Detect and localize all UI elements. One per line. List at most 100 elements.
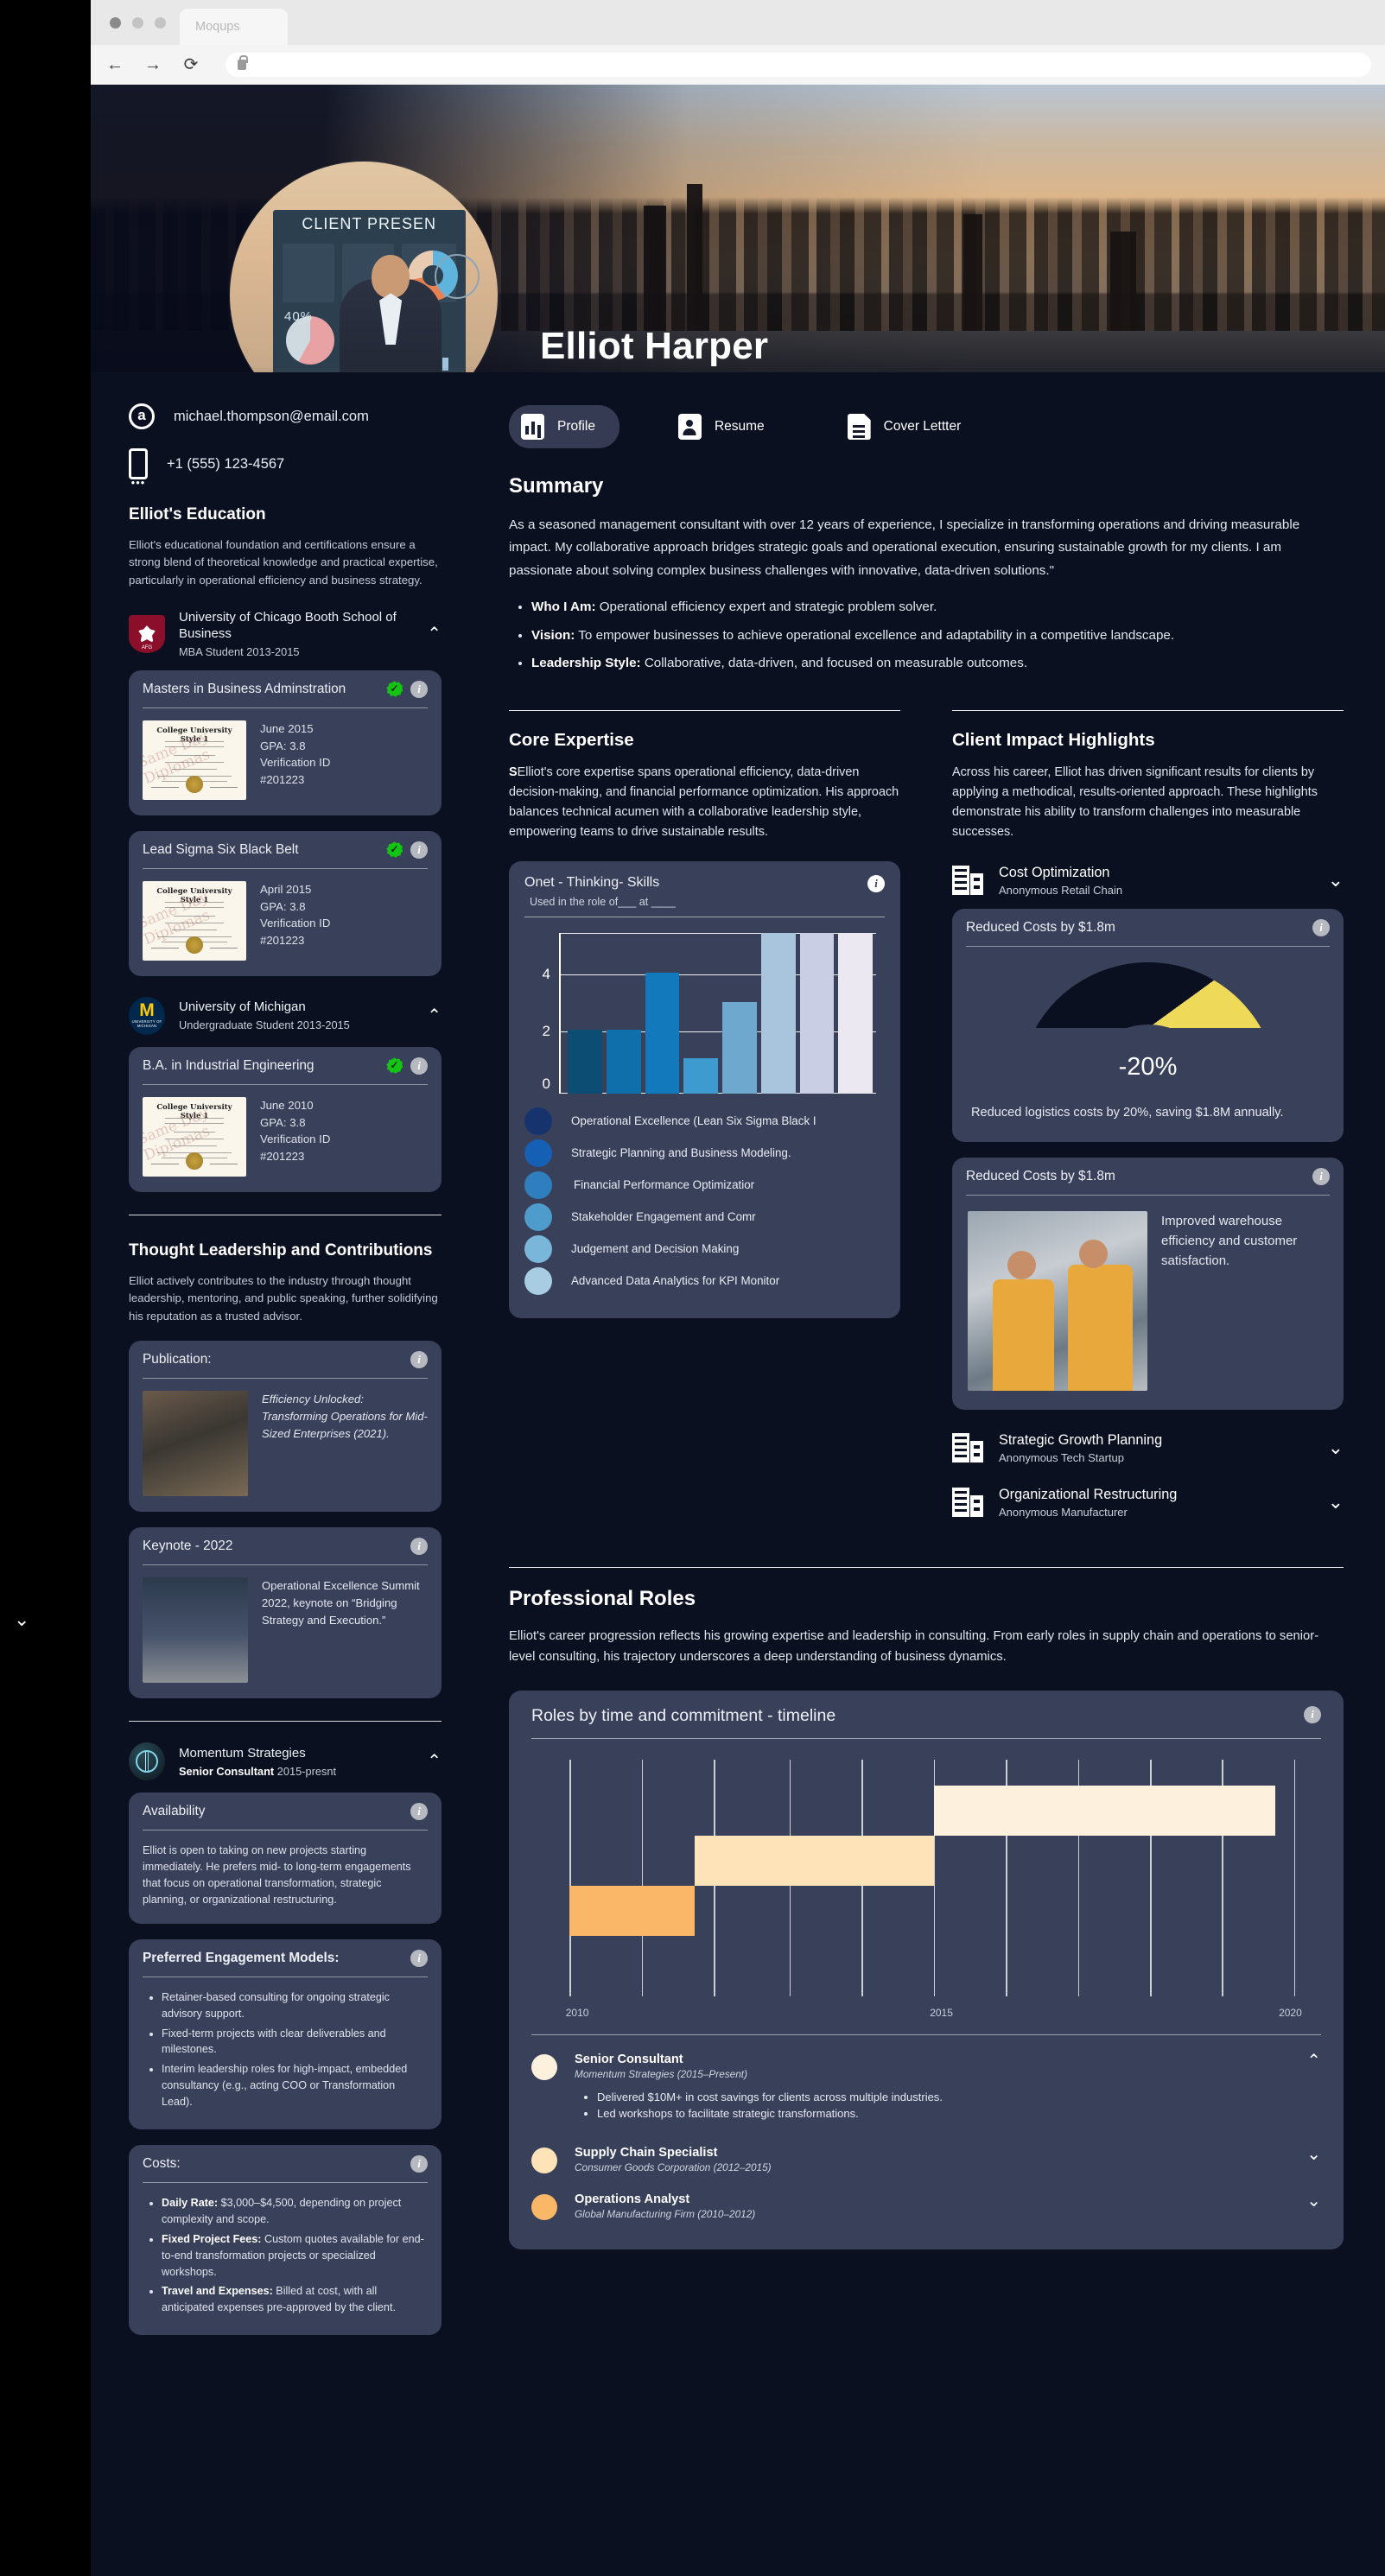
credential-card[interactable]: B.A. in Industrial Engineering i College… (129, 1046, 442, 1192)
close-window-dot[interactable] (110, 16, 121, 29)
y-tick: 0 (542, 1075, 550, 1092)
accordion-strategic-growth[interactable]: Strategic Growth Planning Anonymous Tech… (952, 1432, 1344, 1464)
costs-card[interactable]: Costs: i Daily Rate: $3,000–$4,500, depe… (129, 2145, 442, 2336)
info-icon[interactable]: i (410, 1538, 428, 1556)
avatar-photo: CLIENT PRESEN 40% (230, 162, 498, 372)
legend-label: Operational Excellence (Lean Six Sigma B… (571, 1114, 816, 1128)
info-icon[interactable]: i (410, 841, 428, 859)
summary-body: As a seasoned management consultant with… (509, 514, 1344, 676)
info-icon[interactable]: i (410, 1949, 428, 1967)
info-icon[interactable]: i (410, 680, 428, 698)
credential-date: June 2015 (260, 721, 314, 735)
y-tick: 2 (542, 1022, 550, 1039)
credential-card[interactable]: Lead Sigma Six Black Belt i College Univ… (129, 830, 442, 976)
availability-card[interactable]: Availability i Elliot is open to taking … (129, 1792, 442, 1924)
address-bar[interactable] (226, 53, 1371, 77)
browser-tab-label: Moqups (195, 20, 240, 34)
education-intro: Elliot's educational foundation and cert… (129, 538, 438, 587)
chevron-up-icon[interactable]: ⌃ (427, 1753, 442, 1770)
tab-bar: Profile Resume Cover Lettter (509, 405, 1344, 448)
warehouse-photo (968, 1210, 1147, 1391)
keynote-card[interactable]: Keynote - 2022 i Operational Excellence … (129, 1527, 442, 1699)
bar-chart-icon (521, 414, 544, 440)
bullet-label: Who I Am: (531, 600, 596, 615)
minimize-window-dot[interactable] (132, 16, 143, 29)
accordion-org-restructuring[interactable]: Organizational Restructuring Anonymous M… (952, 1487, 1344, 1519)
x-tick: 2010 (565, 2006, 589, 2019)
legend-item: Advanced Data Analytics for KPI Monitor (524, 1266, 885, 1295)
accordion-cost-optimization[interactable]: Cost Optimization Anonymous Retail Chain… (952, 865, 1344, 897)
bullet-text: To empower businesses to achieve operati… (575, 627, 1175, 643)
engagement-card[interactable]: Preferred Engagement Models: i Retainer-… (129, 1938, 442, 2130)
chevron-down-icon[interactable]: ⌄ (1306, 2146, 1321, 2163)
chevron-up-icon[interactable]: ⌃ (427, 1007, 442, 1025)
photo-card[interactable]: Reduced Costs by $1.8m i Improved wareho… (952, 1157, 1344, 1410)
window-controls[interactable] (103, 0, 180, 45)
page-scroll-chevron-icon[interactable]: ⌄ (14, 1608, 29, 1631)
gauge-card[interactable]: Reduced Costs by $1.8m i -20% Reduced lo… (952, 908, 1344, 1142)
chevron-up-icon[interactable]: ⌃ (427, 625, 442, 643)
info-icon[interactable]: i (1304, 1705, 1321, 1723)
info-icon[interactable]: i (410, 1351, 428, 1369)
info-icon[interactable]: i (410, 1803, 428, 1821)
bullet-label: Vision: (531, 627, 575, 643)
info-icon[interactable]: i (1312, 1167, 1330, 1185)
role-company-name: Momentum Strategies (575, 2067, 675, 2080)
timeline-card[interactable]: Roles by time and commitment - timeline … (509, 1690, 1344, 2249)
building-icon (952, 866, 983, 896)
role-senior-consultant[interactable]: Senior Consultant Momentum Strategies (2… (531, 2053, 1321, 2123)
bullet-text: Operational efficiency expert and strate… (595, 600, 937, 615)
credential-title: Lead Sigma Six Black Belt (143, 841, 299, 857)
legend-swatch (524, 1107, 552, 1135)
contact-phone[interactable]: +1 (555) 123-4567 (129, 448, 442, 479)
legend-item: Stakeholder Engagement and Comr (524, 1202, 885, 1231)
forward-arrow-icon[interactable]: → (143, 54, 163, 75)
publication-card[interactable]: Publication: i Efficiency Unlocked: Tran… (129, 1341, 442, 1513)
bullet-label: Leadership Style: (531, 656, 641, 671)
chevron-down-icon[interactable]: ⌄ (1306, 2192, 1321, 2210)
timeline-chart: 2010 2015 2020 (547, 1759, 1306, 2019)
bullet-text: Collaborative, data-driven, and focused … (640, 656, 1028, 671)
chevron-down-icon[interactable]: ⌄ (1328, 1438, 1344, 1457)
list-item: Vision: To empower businesses to achieve… (531, 625, 1344, 647)
client-impact-heading: Client Impact Highlights (952, 729, 1155, 750)
chevron-down-icon[interactable]: ⌄ (1328, 1493, 1344, 1512)
school-period: Undergraduate Student 2013-2015 (179, 1018, 350, 1032)
publication-text: Efficiency Unlocked: Transforming Operat… (262, 1393, 428, 1440)
role-company-name: Consumer Goods Corporation (575, 2160, 711, 2173)
role-operations-analyst[interactable]: Operations Analyst Global Manufacturing … (531, 2192, 1321, 2220)
bar (838, 932, 873, 1094)
role-supply-chain-specialist[interactable]: Supply Chain Specialist Consumer Goods C… (531, 2146, 1321, 2173)
info-icon[interactable]: i (1312, 918, 1330, 936)
browser-tab[interactable]: Moqups (180, 9, 288, 45)
back-arrow-icon[interactable]: ← (105, 54, 125, 75)
legend-swatch (524, 1171, 552, 1199)
list-item: Travel and Expenses: Billed at cost, wit… (162, 2283, 428, 2316)
contact-email[interactable]: michael.thompson@email.com (129, 403, 442, 429)
legend-swatch (524, 1266, 552, 1295)
company-name: Momentum Strategies (179, 1745, 306, 1761)
chevron-down-icon[interactable]: ⌄ (1328, 871, 1344, 890)
tab-cover-letter[interactable]: Cover Lettter (835, 405, 986, 448)
tab-profile[interactable]: Profile (509, 405, 619, 448)
info-icon[interactable]: i (867, 874, 885, 892)
keynote-thumbnail (143, 1577, 248, 1684)
certificate-thumbnail: College University Style 1 Same Day Dipl… (143, 1096, 246, 1177)
skills-chart-card[interactable]: Onet - Thinking- Skills Used in the role… (509, 860, 900, 1318)
bar (645, 973, 680, 1094)
reload-icon[interactable]: ⟳ (181, 54, 201, 75)
company-momentum[interactable]: Momentum Strategies Senior Consultant 20… (129, 1742, 442, 1781)
school-chicago[interactable]: University of Chicago Booth School of Bu… (129, 610, 442, 658)
info-icon[interactable]: i (410, 2155, 428, 2173)
phone-icon (129, 448, 148, 479)
tab-resume[interactable]: Resume (666, 405, 789, 448)
school-michigan[interactable]: M UNIVERSITY OF MICHIGAN University of Mic… (129, 996, 442, 1035)
accordion-subtitle: Anonymous Retail Chain (999, 883, 1123, 897)
divider (509, 1566, 1344, 1568)
y-axis: 4 2 0 (530, 933, 559, 1094)
credential-card[interactable]: Masters in Business Adminstration i Coll… (129, 669, 442, 815)
chevron-up-icon[interactable]: ⌃ (1306, 2053, 1321, 2070)
info-icon[interactable]: i (410, 1056, 428, 1075)
maximize-window-dot[interactable] (155, 16, 166, 29)
cost-label: Fixed Project Fees: (162, 2232, 262, 2245)
